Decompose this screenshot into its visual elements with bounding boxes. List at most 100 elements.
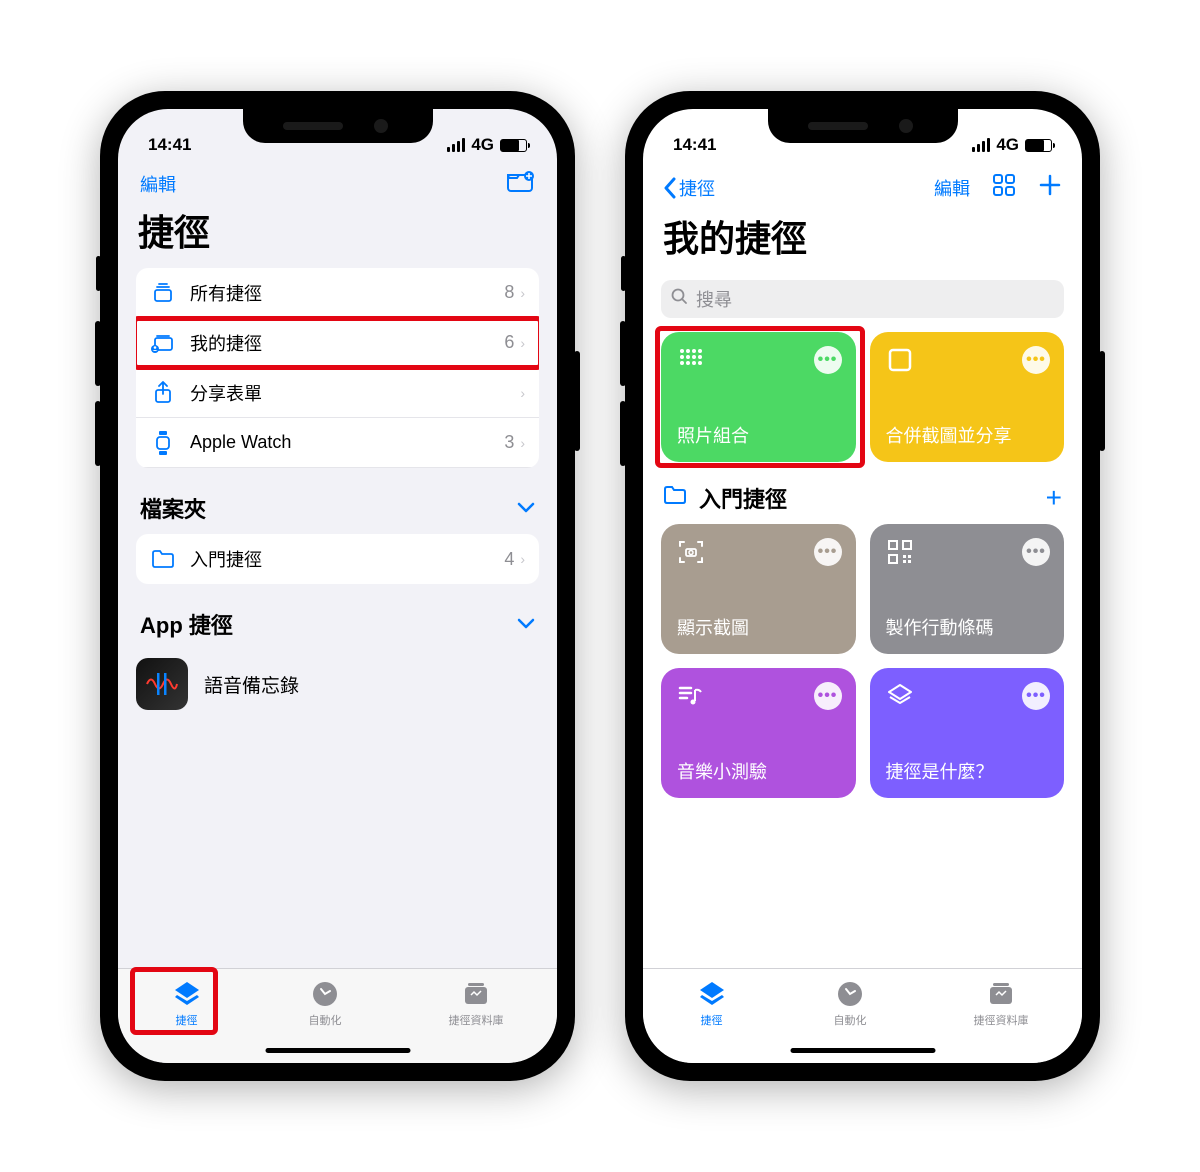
shortcut-card-make-qr[interactable]: ••• 製作行動條碼 — [870, 524, 1065, 654]
my-shortcuts-grid: ••• 照片組合 ••• 合併截圖並分享 — [643, 332, 1082, 478]
tab-gallery[interactable]: 捷徑資料庫 — [449, 979, 504, 1063]
search-icon — [671, 288, 688, 310]
list-item-watch[interactable]: Apple Watch 3 › — [136, 418, 539, 468]
card-more-button[interactable]: ••• — [814, 538, 842, 566]
card-more-button[interactable]: ••• — [1022, 346, 1050, 374]
tab-shortcuts[interactable]: 捷徑 — [172, 979, 202, 1063]
square-icon — [886, 346, 914, 374]
home-indicator[interactable] — [265, 1048, 410, 1053]
card-more-button[interactable]: ••• — [1022, 682, 1050, 710]
back-button[interactable]: 捷徑 — [663, 175, 715, 201]
tab-bar: 捷徑 自動化 捷徑資料庫 — [643, 968, 1082, 1063]
folder-plus-icon — [507, 171, 535, 193]
phone-right: 14:41 4G 捷徑 編輯 我的捷徑 搜尋 — [625, 91, 1100, 1081]
grid-icon — [992, 173, 1016, 197]
edit-button[interactable]: 編輯 — [140, 171, 176, 198]
tab-gallery[interactable]: 捷徑資料庫 — [974, 979, 1029, 1063]
folder-icon — [663, 485, 687, 511]
row-count: 8 — [504, 282, 514, 303]
shortcuts-tab-icon — [697, 979, 727, 1009]
card-more-button[interactable]: ••• — [814, 682, 842, 710]
row-label: 入門捷徑 — [190, 546, 504, 572]
tab-shortcuts[interactable]: 捷徑 — [697, 979, 727, 1063]
chevron-right-icon: › — [520, 385, 525, 401]
shortcuts-list: 所有捷徑 8 › 我的捷徑 6 › 分享表單 › Apple Watch 3 › — [136, 268, 539, 468]
share-icon — [150, 380, 176, 406]
starter-grid: ••• 顯示截圖 ••• 製作行動條碼 ••• 音樂小測驗 ••• 捷徑是什麼？ — [643, 524, 1082, 814]
page-title: 捷徑 — [118, 200, 557, 268]
new-folder-button[interactable] — [507, 171, 535, 198]
chevron-right-icon: › — [520, 285, 525, 301]
apps-header[interactable]: App 捷徑 — [118, 608, 557, 650]
tab-bar: 捷徑 自動化 捷徑資料庫 — [118, 968, 557, 1063]
app-item-voicememos[interactable]: 語音備忘錄 — [118, 650, 557, 718]
search-bar[interactable]: 搜尋 — [661, 280, 1064, 318]
page-title: 我的捷徑 — [643, 206, 1082, 274]
notch — [243, 109, 433, 143]
chevron-right-icon: › — [520, 435, 525, 451]
chevron-right-icon: › — [520, 335, 525, 351]
tab-label: 捷徑 — [176, 1012, 198, 1028]
card-label: 音樂小測驗 — [677, 758, 840, 784]
list-item-mine[interactable]: 我的捷徑 6 › — [136, 318, 539, 368]
card-more-button[interactable]: ••• — [1022, 538, 1050, 566]
row-count: 3 — [504, 432, 514, 453]
search-placeholder: 搜尋 — [696, 286, 732, 312]
apps-title: App 捷徑 — [140, 608, 233, 640]
add-button[interactable] — [1038, 173, 1062, 202]
watch-icon — [150, 430, 176, 456]
person-folder-icon — [150, 330, 176, 356]
folder-icon — [150, 546, 176, 572]
shortcut-card-merge-share[interactable]: ••• 合併截圖並分享 — [870, 332, 1065, 462]
plus-icon — [1038, 173, 1062, 197]
layers-icon — [886, 682, 914, 710]
row-label: 我的捷徑 — [190, 330, 504, 356]
card-label: 捷徑是什麼？ — [886, 758, 1049, 784]
nav-bar: 捷徑 編輯 — [643, 163, 1082, 206]
shortcut-card-what-is[interactable]: ••• 捷徑是什麼？ — [870, 668, 1065, 798]
card-label: 顯示截圖 — [677, 614, 840, 640]
folders-title: 檔案夾 — [140, 492, 206, 524]
battery-icon — [500, 139, 527, 152]
tab-label: 捷徑 — [701, 1012, 723, 1028]
status-time: 14:41 — [673, 135, 716, 155]
card-more-button[interactable]: ••• — [814, 346, 842, 374]
chevron-left-icon — [663, 177, 677, 199]
folders-list: 入門捷徑 4 › — [136, 534, 539, 584]
stack-icon — [150, 280, 176, 306]
folder-item-starter[interactable]: 入門捷徑 4 › — [136, 534, 539, 584]
automation-tab-icon — [310, 979, 340, 1009]
music-list-icon — [677, 682, 705, 710]
row-label: 分享表單 — [190, 380, 520, 406]
card-label: 合併截圖並分享 — [886, 422, 1049, 448]
camera-corners-icon — [677, 538, 705, 566]
automation-tab-icon — [835, 979, 865, 1009]
layout-button[interactable] — [992, 173, 1016, 202]
list-item-share[interactable]: 分享表單 › — [136, 368, 539, 418]
status-time: 14:41 — [148, 135, 191, 155]
shortcut-card-photo-combine[interactable]: ••• 照片組合 — [661, 332, 856, 462]
home-indicator[interactable] — [790, 1048, 935, 1053]
add-starter-button[interactable]: + — [1046, 482, 1062, 514]
card-label: 製作行動條碼 — [886, 614, 1049, 640]
signal-icon — [447, 138, 465, 152]
network-label: 4G — [471, 135, 494, 155]
folders-header[interactable]: 檔案夾 — [118, 492, 557, 534]
shortcut-card-show-screenshot[interactable]: ••• 顯示截圖 — [661, 524, 856, 654]
voicememos-icon — [136, 658, 188, 710]
back-label: 捷徑 — [679, 175, 715, 201]
chevron-down-icon — [517, 614, 535, 635]
row-count: 6 — [504, 332, 514, 353]
edit-button[interactable]: 編輯 — [934, 175, 970, 201]
gallery-tab-icon — [461, 979, 491, 1009]
shortcuts-tab-icon — [172, 979, 202, 1009]
qr-icon — [886, 538, 914, 566]
tab-label: 自動化 — [834, 1012, 867, 1028]
list-item-all[interactable]: 所有捷徑 8 › — [136, 268, 539, 318]
app-label: 語音備忘錄 — [204, 671, 299, 698]
card-label: 照片組合 — [677, 422, 840, 448]
signal-icon — [972, 138, 990, 152]
nav-bar: 編輯 — [118, 163, 557, 200]
battery-icon — [1025, 139, 1052, 152]
shortcut-card-music-quiz[interactable]: ••• 音樂小測驗 — [661, 668, 856, 798]
